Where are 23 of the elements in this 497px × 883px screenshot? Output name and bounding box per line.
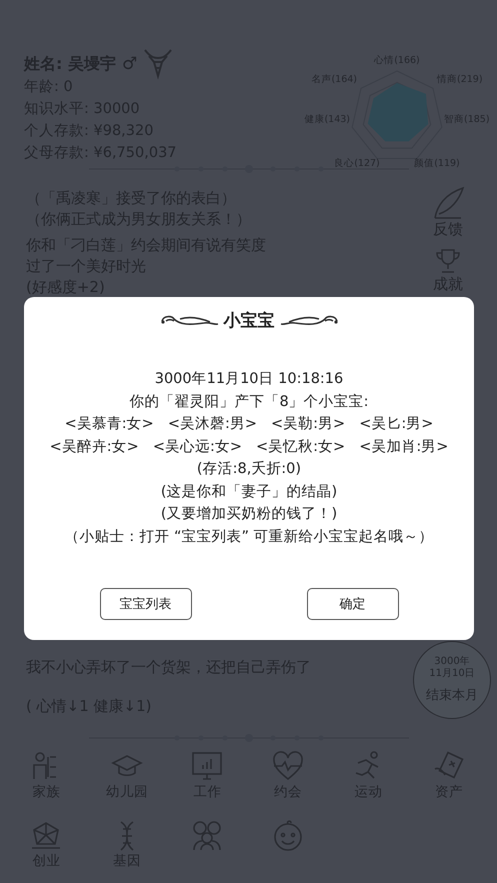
family-icon (191, 820, 224, 852)
dialog-title: 小宝宝 (224, 310, 274, 332)
baby-entry: <吴沐磬:男> (168, 415, 257, 434)
baby-entry: <吴心远:女> (152, 438, 242, 456)
baby-face-icon (272, 820, 304, 852)
baby-entry: <吴勒:男> (271, 415, 346, 434)
monitor-chart-icon (191, 751, 224, 783)
dialog-text: 3000年11月10日 10:18:16 (154, 370, 344, 389)
baby-entry: <吴醉卉:女> (50, 438, 139, 456)
baby-entry: <吴加肖:男> (359, 438, 448, 456)
baby-entry: <吴忆秋:女> (256, 438, 346, 456)
network-gem-icon (30, 820, 62, 852)
dialog-text: 你的「翟灵阳」产下「8」个小宝宝: (129, 392, 369, 412)
dialog-text: （小贴士：打开 “宝宝列表” 可重新给小宝宝起名哦～） (64, 528, 434, 546)
baby-entry: <吴慕青:女> (64, 415, 154, 434)
dialog-text: (又要增加买奶粉的钱了！) (160, 505, 338, 524)
confirm-button[interactable]: 确定 (306, 588, 398, 620)
baby-list-button[interactable]: 宝宝列表 (100, 588, 192, 620)
gender-symbol: ♂ (122, 54, 138, 74)
dialog-text: (这是你和「妻子」的结晶) (160, 482, 338, 502)
baby-entry: <吴匕:男> (359, 415, 434, 434)
heartbeat-icon (272, 751, 304, 783)
dialog-text: (存活:8,夭折:0) (196, 460, 302, 479)
